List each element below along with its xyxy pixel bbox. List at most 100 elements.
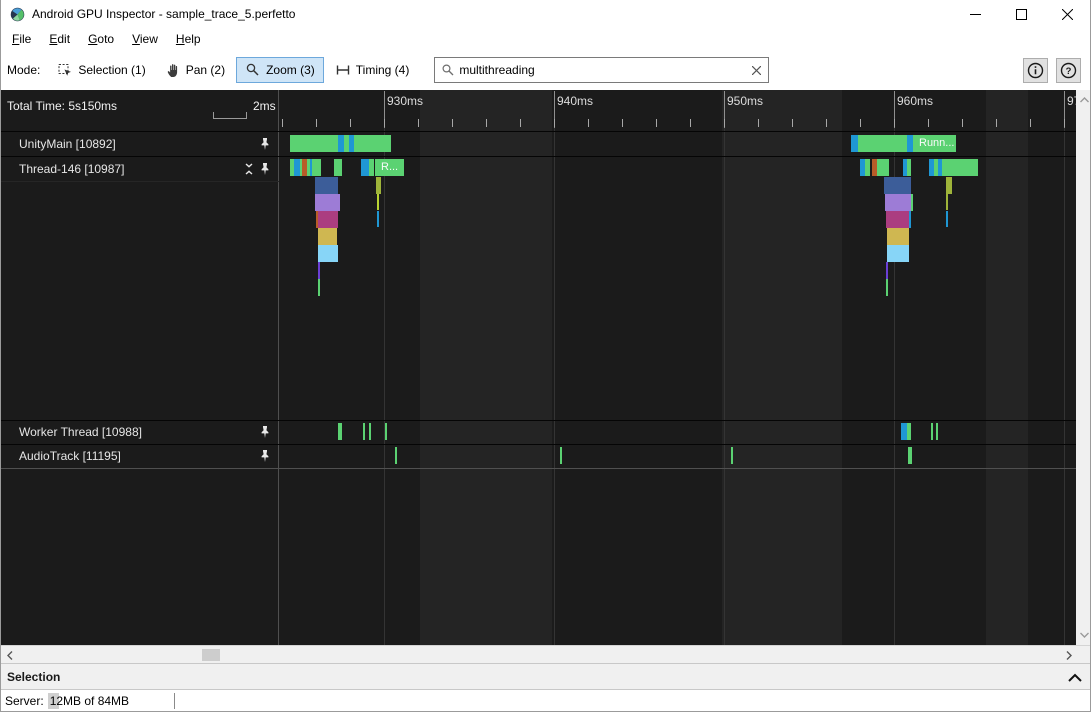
window-title: Android GPU Inspector - sample_trace_5.p…: [32, 7, 295, 21]
selection-mode-button[interactable]: Selection (1): [48, 57, 154, 83]
trace-slice[interactable]: [318, 262, 320, 279]
timeline-canvas[interactable]: 930ms940ms950ms960ms97Runn...R...: [279, 90, 1076, 645]
menu-item-goto[interactable]: Goto: [79, 30, 123, 48]
track-name: Thread-146 [10987]: [19, 162, 124, 176]
trace-slice[interactable]: [907, 159, 911, 176]
trace-slice[interactable]: [885, 194, 911, 211]
menu-item-help[interactable]: Help: [167, 30, 210, 48]
trace-slice[interactable]: [936, 423, 938, 440]
trace-slice[interactable]: [395, 447, 397, 464]
scroll-left-button[interactable]: [3, 647, 17, 663]
track-row[interactable]: UnityMain [10892]: [1, 132, 279, 156]
pin-button[interactable]: [259, 450, 271, 463]
trace-slice[interactable]: [369, 159, 374, 176]
selection-collapse-button[interactable]: [1068, 669, 1082, 687]
trace-slice[interactable]: [931, 423, 933, 440]
search-clear-button[interactable]: [748, 62, 764, 78]
trace-slice[interactable]: [318, 279, 320, 296]
menu-item-file[interactable]: File: [3, 30, 40, 48]
ruler-time-label: 960ms: [897, 94, 933, 108]
trace-slice[interactable]: [338, 135, 344, 152]
trace-slice[interactable]: R...: [375, 159, 404, 176]
trace-slice[interactable]: [946, 211, 948, 227]
trace-slice[interactable]: [369, 423, 371, 440]
trace-slice[interactable]: [377, 211, 379, 227]
ruler-minor-tick: [962, 119, 963, 127]
trace-slice[interactable]: [886, 211, 909, 228]
trace-slice[interactable]: [363, 423, 365, 440]
track-row[interactable]: Worker Thread [10988]: [1, 420, 279, 444]
search-input[interactable]: [455, 63, 748, 77]
trace-slice[interactable]: [318, 211, 338, 228]
pin-icon: [259, 426, 271, 439]
scale-label: 2ms: [253, 99, 276, 113]
track-icons: [259, 426, 271, 439]
scroll-up-button[interactable]: [1076, 92, 1091, 108]
collapse-button[interactable]: [243, 162, 255, 175]
scrollbar-thumb[interactable]: [202, 649, 220, 661]
server-label: Server:: [5, 694, 44, 708]
trace-slice[interactable]: [334, 159, 342, 176]
close-button[interactable]: [1044, 0, 1090, 28]
track-row[interactable]: Thread-146 [10987]: [1, 156, 279, 181]
vertical-scrollbar[interactable]: [1076, 90, 1091, 645]
maximize-button[interactable]: [998, 0, 1044, 28]
trace-slice[interactable]: [886, 279, 888, 296]
trace-slice[interactable]: [349, 135, 354, 152]
trace-slice[interactable]: [851, 135, 858, 152]
trace-slice[interactable]: [946, 194, 948, 210]
trace-slice[interactable]: [312, 159, 321, 176]
track-icons: [243, 162, 271, 175]
trace-slice[interactable]: [886, 262, 888, 279]
minimize-button[interactable]: [952, 0, 998, 28]
trace-slice[interactable]: [361, 159, 369, 176]
trace-slice[interactable]: [865, 159, 870, 176]
trace-slice[interactable]: [887, 245, 909, 262]
trace-slice[interactable]: [318, 245, 338, 262]
trace-slice[interactable]: [942, 159, 978, 176]
chevron-up-icon: [1068, 673, 1082, 682]
status-bar: Server: 12MB of 84MB: [1, 690, 1090, 712]
track-name: UnityMain [10892]: [19, 137, 116, 151]
trace-slice[interactable]: [318, 228, 337, 245]
pin-button[interactable]: [259, 162, 271, 175]
pin-button[interactable]: [259, 138, 271, 151]
trace-slice[interactable]: [946, 177, 952, 194]
trace-slice[interactable]: [884, 177, 911, 194]
trace-slice[interactable]: [315, 177, 338, 194]
horizontal-scrollbar[interactable]: [1, 645, 1090, 663]
pan-mode-button[interactable]: Pan (2): [157, 57, 234, 83]
info-button[interactable]: [1023, 58, 1048, 83]
menu-item-edit[interactable]: Edit: [40, 30, 79, 48]
trace-slice[interactable]: [908, 447, 912, 464]
trace-slice[interactable]: [376, 177, 381, 194]
pin-button[interactable]: [259, 426, 271, 439]
timing-mode-button[interactable]: Timing (4): [326, 57, 419, 83]
selection-panel-header[interactable]: Selection: [1, 663, 1090, 690]
trace-slice[interactable]: [377, 194, 379, 210]
help-button[interactable]: ?: [1056, 58, 1081, 83]
trace-slice[interactable]: [731, 447, 733, 464]
trace-slice[interactable]: [907, 423, 911, 440]
scroll-right-button[interactable]: [1062, 647, 1076, 663]
scroll-down-button[interactable]: [1076, 627, 1091, 643]
trace-slice[interactable]: [911, 194, 913, 211]
trace-slice[interactable]: [887, 228, 909, 245]
trace-slice[interactable]: [909, 211, 911, 228]
trace-slice[interactable]: [560, 447, 562, 464]
trace-slice[interactable]: [338, 423, 342, 440]
trace-slice[interactable]: Runn...: [913, 135, 956, 152]
track-label-panel: Total Time: 5s150ms 2ms UnityMain [10892…: [1, 90, 279, 645]
trace-slice[interactable]: [315, 194, 340, 211]
zoom-mode-button[interactable]: Zoom (3): [236, 57, 324, 83]
selection-mode-label: Selection (1): [78, 63, 145, 77]
trace-slice[interactable]: [858, 135, 907, 152]
track-row[interactable]: AudioTrack [11195]: [1, 444, 279, 468]
track-name: Worker Thread [10988]: [19, 425, 142, 439]
menu-item-view[interactable]: View: [123, 30, 167, 48]
total-time-label: Total Time: 5s150ms: [7, 99, 117, 113]
trace-slice[interactable]: [877, 159, 889, 176]
trace-slice[interactable]: [385, 423, 387, 440]
gridline: [1064, 128, 1065, 645]
timing-span-icon: [335, 62, 351, 78]
